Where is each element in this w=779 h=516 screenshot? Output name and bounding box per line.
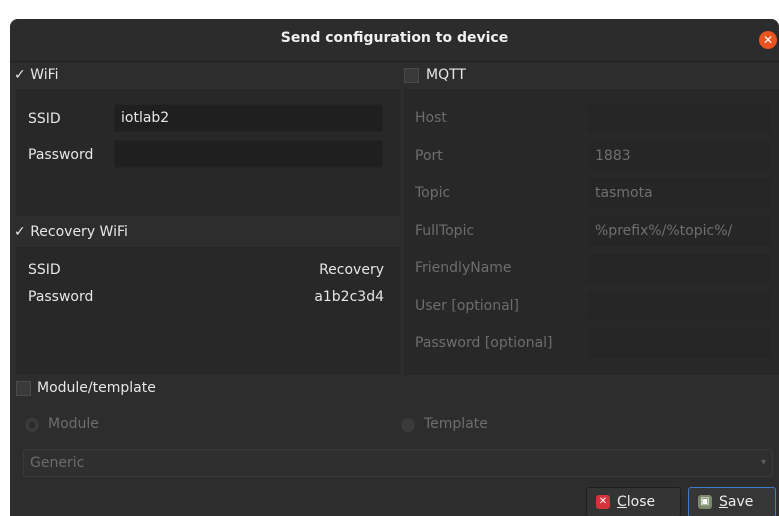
- recovery-header-label: Recovery WiFi: [30, 224, 128, 240]
- mqtt-user-label: User [optional]: [415, 298, 520, 314]
- mqtt-friendlyname-input[interactable]: [588, 255, 770, 283]
- close-button-label: Close: [617, 494, 656, 510]
- mqtt-host-input[interactable]: [588, 104, 770, 132]
- module-radio[interactable]: [25, 418, 39, 432]
- mqtt-fulltopic-input[interactable]: %prefix%/%topic%/: [588, 217, 770, 245]
- wifi-ssid-label: SSID: [28, 111, 61, 127]
- send-config-dialog: Send configuration to device ✕ ✓ WiFi SS…: [10, 19, 779, 516]
- module-radio-label: Module: [48, 416, 99, 432]
- mqtt-host-label: Host: [415, 110, 447, 126]
- recovery-password-value: a1b2c3d4: [314, 289, 384, 305]
- module-select-value: Generic: [30, 455, 85, 471]
- wifi-header-label: WiFi: [30, 67, 59, 83]
- module-template-header: Module/template: [37, 380, 156, 396]
- chevron-down-icon: ▾: [760, 457, 766, 468]
- module-select[interactable]: Generic ▾: [23, 449, 773, 477]
- wifi-password-input[interactable]: [114, 140, 383, 168]
- save-button[interactable]: ▣ Save: [688, 487, 776, 516]
- mqtt-port-input[interactable]: 1883: [588, 142, 770, 170]
- title-bar: Send configuration to device ✕: [10, 19, 779, 62]
- radio-dot-icon: [29, 422, 35, 428]
- mqtt-password-input[interactable]: [588, 329, 770, 357]
- close-x-icon: ✕: [596, 495, 610, 509]
- template-radio[interactable]: [401, 418, 415, 432]
- wifi-password-label: Password: [28, 147, 94, 163]
- mqtt-friendlyname-label: FriendlyName: [415, 260, 512, 276]
- recovery-wifi-checkbox[interactable]: ✓ Recovery WiFi: [14, 221, 128, 243]
- mqtt-checkbox[interactable]: [404, 68, 419, 83]
- check-icon: ✓: [14, 67, 26, 83]
- wifi-ssid-input[interactable]: iotlab2: [114, 104, 383, 132]
- recovery-ssid-label: SSID: [28, 262, 61, 278]
- dialog-title: Send configuration to device: [280, 30, 509, 46]
- module-template-checkbox[interactable]: [16, 381, 31, 396]
- close-window-icon[interactable]: ✕: [759, 31, 777, 49]
- mqtt-header-label: MQTT: [426, 67, 466, 83]
- mqtt-user-input[interactable]: [588, 292, 770, 320]
- mqtt-topic-label: Topic: [415, 185, 451, 201]
- mqtt-topic-input[interactable]: tasmota: [588, 179, 770, 207]
- wifi-checkbox[interactable]: ✓ WiFi: [14, 64, 59, 86]
- mqtt-port-label: Port: [415, 148, 443, 164]
- recovery-ssid-value: Recovery: [319, 262, 384, 278]
- recovery-password-label: Password: [28, 289, 94, 305]
- close-button[interactable]: ✕ Close: [586, 487, 681, 516]
- mqtt-fulltopic-label: FullTopic: [415, 223, 475, 239]
- save-icon: ▣: [698, 495, 712, 509]
- save-button-label: Save: [719, 494, 754, 510]
- template-radio-label: Template: [424, 416, 488, 432]
- mqtt-password-label: Password [optional]: [415, 335, 553, 351]
- check-icon: ✓: [14, 224, 26, 240]
